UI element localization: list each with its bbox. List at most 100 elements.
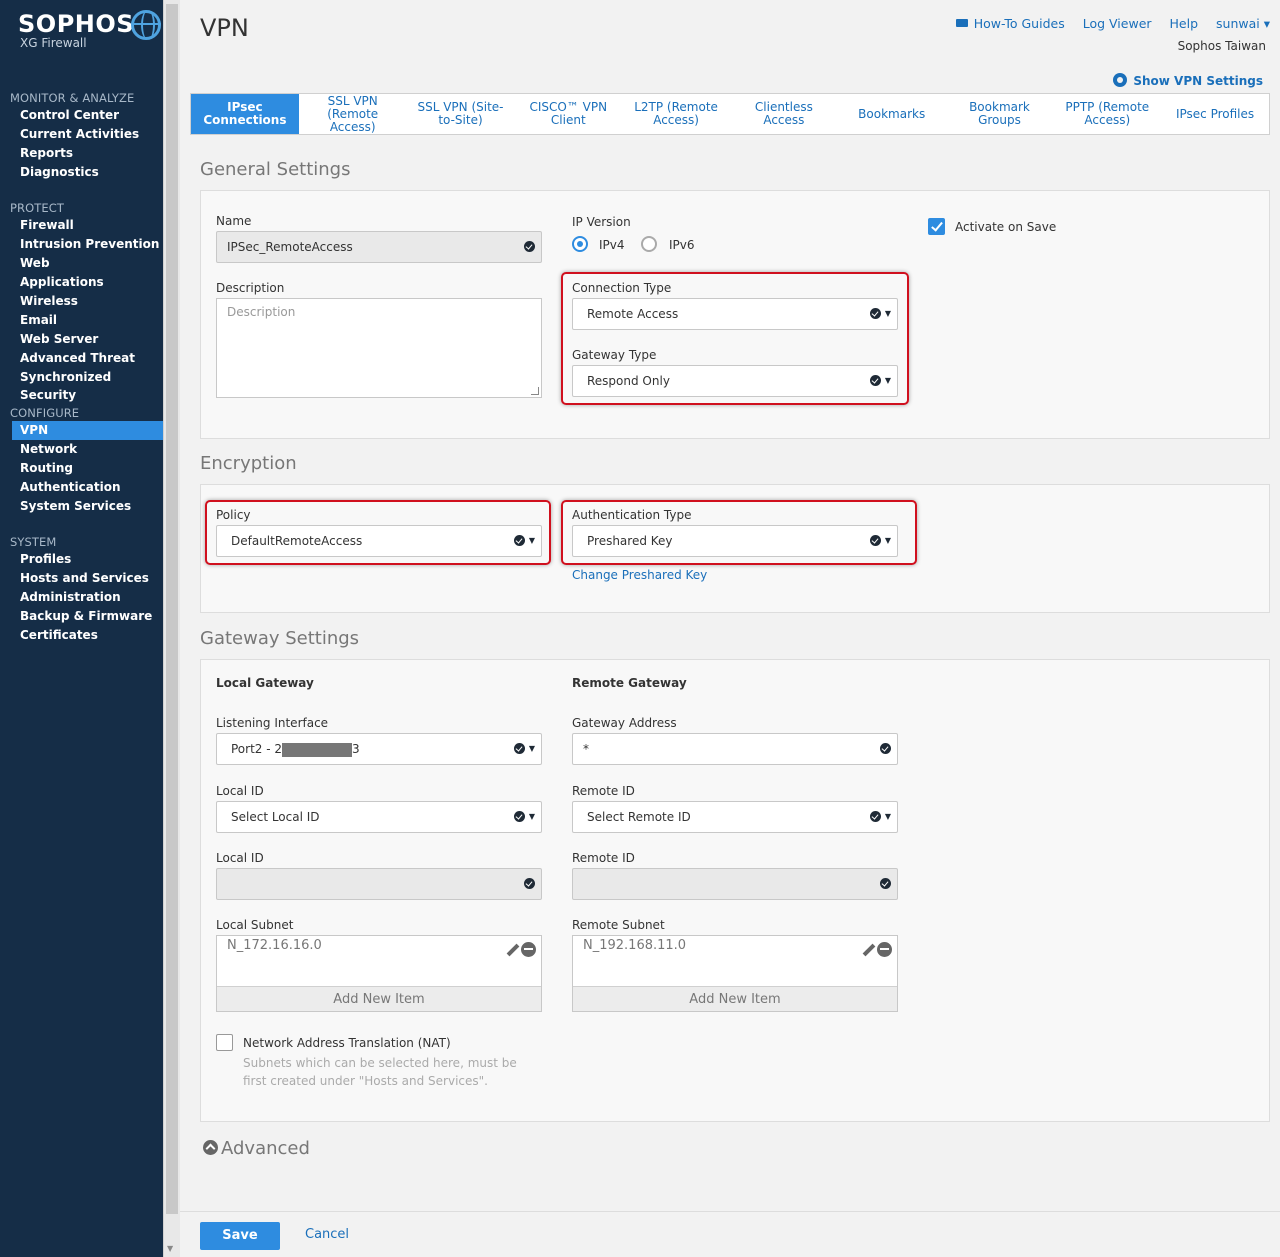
ipv6-radio[interactable] xyxy=(641,236,657,252)
scrollbar-thumb[interactable] xyxy=(166,4,178,1214)
description-textarea[interactable]: Description xyxy=(216,298,542,398)
listening-interface-select[interactable]: Port2 - 2 3 ▼ xyxy=(216,733,542,765)
general-settings-heading: General Settings xyxy=(200,159,351,180)
sidebar-item-profiles[interactable]: Profiles xyxy=(12,550,163,569)
sidebar-scrollbar[interactable]: ▼ xyxy=(163,0,180,1257)
remote-id-type-select[interactable]: Select Remote ID ▼ xyxy=(572,801,898,833)
policy-value: DefaultRemoteAccess xyxy=(231,534,363,548)
local-id-type-select[interactable]: Select Local ID ▼ xyxy=(216,801,542,833)
gateway-type-value: Respond Only xyxy=(587,374,670,388)
sidebar-item-web[interactable]: Web xyxy=(12,254,163,273)
scroll-down-arrow-icon[interactable]: ▼ xyxy=(167,1244,173,1253)
listening-interface-prefix: Port2 - 2 xyxy=(231,742,283,756)
user-menu[interactable]: sunwai ▾ xyxy=(1216,16,1270,31)
local-subnet-label: Local Subnet xyxy=(216,918,294,932)
change-preshared-key-link[interactable]: Change Preshared Key xyxy=(572,568,707,582)
sidebar-item-routing[interactable]: Routing xyxy=(12,459,163,478)
app-window: SOPHOS XG Firewall MONITOR & ANALYZE Con… xyxy=(0,0,1280,1257)
ip-version-label: IP Version xyxy=(572,215,631,229)
tab-ipsec-profiles[interactable]: IPsec Profiles xyxy=(1161,94,1269,134)
remote-id-type-label: Remote ID xyxy=(572,784,635,798)
sidebar-item-advanced-threat[interactable]: Advanced Threat xyxy=(12,349,163,368)
policy-select[interactable]: DefaultRemoteAccess ▼ xyxy=(216,525,542,557)
policy-label: Policy xyxy=(216,508,251,522)
organization-name: Sophos Taiwan xyxy=(1177,39,1266,53)
sidebar-item-control-center[interactable]: Control Center xyxy=(12,106,163,125)
sidebar-item-authentication[interactable]: Authentication xyxy=(12,478,163,497)
remote-id-input[interactable] xyxy=(572,868,898,900)
auth-type-label: Authentication Type xyxy=(572,508,692,522)
sidebar-item-synchronized-security[interactable]: Synchronized Security xyxy=(12,368,163,402)
chevron-down-icon: ▼ xyxy=(528,744,535,753)
tab-ipsec-connections[interactable]: IPsec Connections xyxy=(191,94,299,134)
sidebar-item-administration[interactable]: Administration xyxy=(12,588,163,607)
sidebar-item-reports[interactable]: Reports xyxy=(12,144,163,163)
ipv4-radio[interactable] xyxy=(572,236,588,252)
name-label: Name xyxy=(216,214,252,228)
log-viewer-link[interactable]: Log Viewer xyxy=(1083,16,1152,31)
activate-on-save-checkbox[interactable] xyxy=(928,218,945,235)
remote-subnet-item[interactable]: N_192.168.11.0 xyxy=(583,938,686,953)
local-subnet-item[interactable]: N_172.16.16.0 xyxy=(227,938,322,953)
sidebar: SOPHOS XG Firewall MONITOR & ANALYZE Con… xyxy=(0,0,163,1257)
name-input[interactable]: IPSec_RemoteAccess xyxy=(216,231,542,263)
auth-type-select[interactable]: Preshared Key ▼ xyxy=(572,525,898,557)
tab-clientless-access[interactable]: Clientless Access xyxy=(730,94,838,134)
tab-l2tp-remote-access[interactable]: L2TP (Remote Access) xyxy=(622,94,730,134)
sidebar-item-firewall[interactable]: Firewall xyxy=(12,216,163,235)
video-camera-icon xyxy=(955,19,968,27)
cancel-button[interactable]: Cancel xyxy=(305,1227,349,1242)
page-title: VPN xyxy=(200,14,249,42)
check-circle-icon xyxy=(524,878,535,889)
nat-checkbox[interactable] xyxy=(216,1034,233,1051)
remote-subnet-label: Remote Subnet xyxy=(572,918,665,932)
sidebar-item-network[interactable]: Network xyxy=(12,440,163,459)
chevron-down-icon: ▼ xyxy=(528,812,535,821)
sidebar-item-web-server[interactable]: Web Server xyxy=(12,330,163,349)
sidebar-item-diagnostics[interactable]: Diagnostics xyxy=(12,163,163,182)
tab-cisco-vpn-client[interactable]: CISCO™ VPN Client xyxy=(514,94,622,134)
sidebar-item-certificates[interactable]: Certificates xyxy=(12,626,163,645)
show-vpn-settings-link[interactable]: Show VPN Settings xyxy=(1113,71,1263,88)
advanced-label: Advanced xyxy=(221,1138,310,1159)
check-circle-icon xyxy=(870,375,881,386)
pencil-edit-icon[interactable] xyxy=(506,943,520,957)
sidebar-item-email[interactable]: Email xyxy=(12,311,163,330)
remote-subnet-add-new-item[interactable]: Add New Item xyxy=(573,986,897,1011)
pencil-edit-icon[interactable] xyxy=(862,943,876,957)
resize-handle-icon[interactable] xyxy=(531,387,539,395)
ipv4-label: IPv4 xyxy=(599,238,625,252)
sidebar-item-vpn[interactable]: VPN xyxy=(12,421,163,440)
remove-circle-icon[interactable] xyxy=(521,942,536,957)
help-link[interactable]: Help xyxy=(1170,16,1199,31)
remote-id-label: Remote ID xyxy=(572,851,635,865)
tab-ssl-vpn-remote-access[interactable]: SSL VPN (Remote Access) xyxy=(299,94,407,134)
sidebar-item-wireless[interactable]: Wireless xyxy=(12,292,163,311)
sidebar-item-current-activities[interactable]: Current Activities xyxy=(12,125,163,144)
redacted-ip xyxy=(282,742,353,757)
sophos-logo: SOPHOS XG Firewall xyxy=(18,10,134,50)
check-circle-icon xyxy=(870,811,881,822)
sidebar-item-system-services[interactable]: System Services xyxy=(12,497,163,516)
tab-bookmarks[interactable]: Bookmarks xyxy=(838,94,946,134)
tab-pptp-remote-access[interactable]: PPTP (Remote Access) xyxy=(1053,94,1161,134)
sidebar-item-backup-firmware[interactable]: Backup & Firmware xyxy=(12,607,163,626)
nav-section-protect: PROTECT xyxy=(10,201,65,215)
local-id-input[interactable] xyxy=(216,868,542,900)
advanced-toggle[interactable]: Advanced xyxy=(203,1138,310,1159)
save-button[interactable]: Save xyxy=(200,1222,280,1250)
gateway-address-label: Gateway Address xyxy=(572,716,677,730)
local-subnet-add-new-item[interactable]: Add New Item xyxy=(217,986,541,1011)
remove-circle-icon[interactable] xyxy=(877,942,892,957)
connection-type-select[interactable]: Remote Access ▼ xyxy=(572,298,898,330)
how-to-guides-link[interactable]: How-To Guides xyxy=(955,16,1065,31)
sidebar-item-intrusion-prevention[interactable]: Intrusion Prevention xyxy=(12,235,163,254)
tab-ssl-vpn-site-to-site[interactable]: SSL VPN (Site-to-Site) xyxy=(407,94,515,134)
sidebar-item-applications[interactable]: Applications xyxy=(12,273,163,292)
connection-type-value: Remote Access xyxy=(587,307,679,321)
nat-label: Network Address Translation (NAT) xyxy=(243,1036,451,1050)
sidebar-item-hosts-and-services[interactable]: Hosts and Services xyxy=(12,569,163,588)
tab-bookmark-groups[interactable]: Bookmark Groups xyxy=(946,94,1054,134)
gateway-type-select[interactable]: Respond Only ▼ xyxy=(572,365,898,397)
gateway-address-input[interactable]: * xyxy=(572,733,898,765)
